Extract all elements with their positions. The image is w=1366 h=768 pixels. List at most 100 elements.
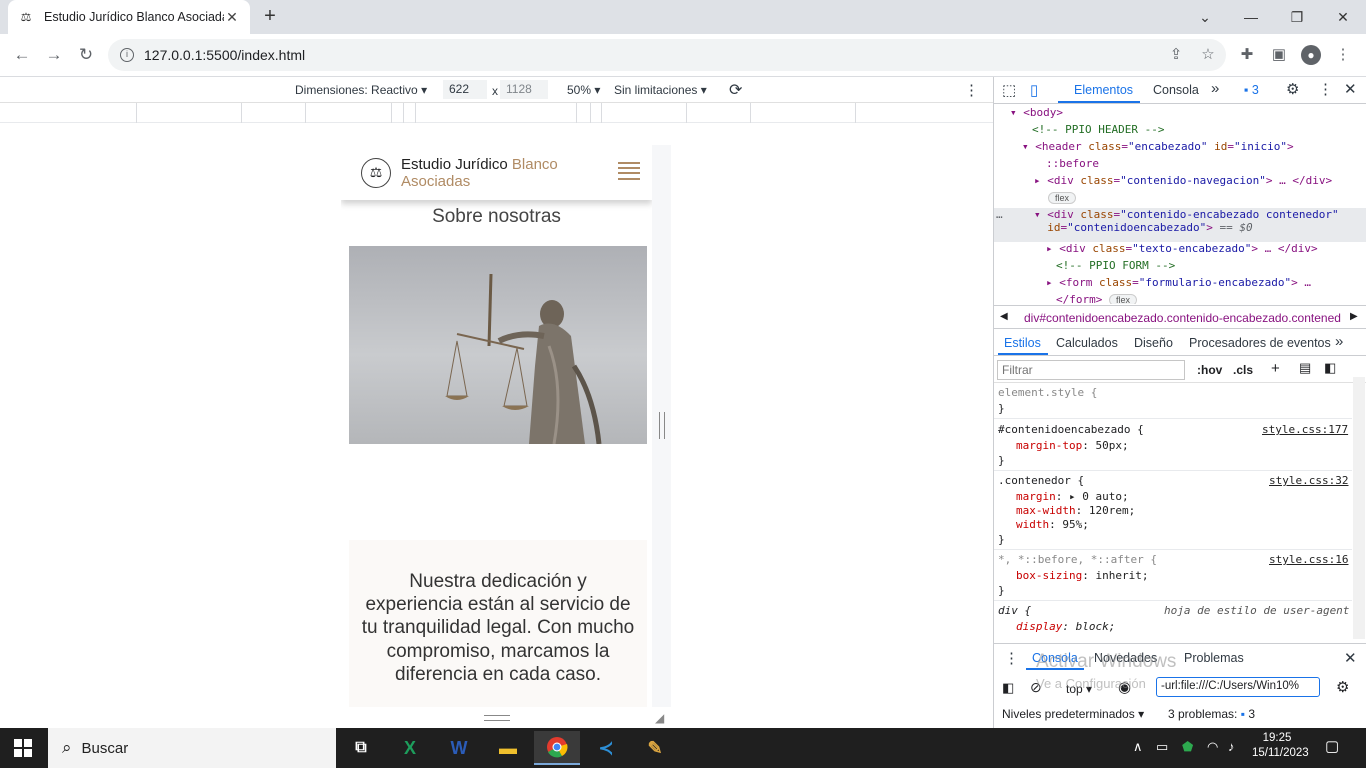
windows-start-icon[interactable]	[14, 739, 32, 757]
rule-selector[interactable]: element.style {	[998, 386, 1097, 399]
dom-comment[interactable]: <!-- PPIO HEADER -->	[1032, 123, 1164, 136]
breadcrumb-text[interactable]: div#contenidoencabezado.contenido-encabe…	[1024, 311, 1342, 325]
site-brand[interactable]: Estudio Jurídico Blanco Asociadas	[401, 156, 558, 190]
sidebar-icon[interactable]: ◧	[1002, 680, 1014, 696]
rule-selector[interactable]: div {	[998, 604, 1031, 617]
dom-tree[interactable]: ▾ <body> <!-- PPIO HEADER --> ▾ <header …	[994, 104, 1366, 304]
drawer-tab-problemas[interactable]: Problemas	[1184, 651, 1244, 665]
more-tabs-icon[interactable]: »	[1211, 80, 1219, 97]
excel-icon[interactable]: X	[387, 731, 433, 765]
close-devtools-icon[interactable]: ✕	[1344, 80, 1357, 98]
rule-source-link[interactable]: style.css:177	[1262, 423, 1348, 436]
tab-elementos[interactable]: Elementos	[1074, 83, 1133, 97]
gavel-logo-icon[interactable]: ⚖	[361, 157, 391, 188]
resize-handle-vertical[interactable]	[659, 412, 665, 439]
file-explorer-icon[interactable]: ▬	[485, 731, 531, 765]
vscode-icon[interactable]: ≺	[583, 731, 629, 765]
tab-search-icon[interactable]: ⌄	[1182, 0, 1228, 34]
dom-comment[interactable]: <!-- PPIO FORM -->	[1056, 259, 1175, 272]
reload-icon[interactable]: ↻	[74, 44, 98, 68]
close-drawer-icon[interactable]: ✕	[1344, 649, 1357, 667]
restore-button[interactable]: ❐	[1274, 0, 1320, 34]
dom-pseudo[interactable]: ::before	[1046, 157, 1099, 170]
forward-icon[interactable]: →	[42, 44, 66, 68]
height-input[interactable]: 1128	[500, 80, 548, 99]
bookmark-star-icon[interactable]: ☆	[1198, 45, 1218, 65]
share-icon[interactable]: ⇪	[1166, 45, 1186, 65]
console-settings-icon[interactable]: ⚙	[1336, 678, 1349, 696]
cls-toggle[interactable]: .cls	[1233, 363, 1253, 377]
more-options-icon[interactable]: ⋮	[964, 81, 979, 99]
close-window-button[interactable]: ✕	[1320, 0, 1366, 34]
tab-calculados[interactable]: Calculados	[1056, 336, 1118, 350]
settings-gear-icon[interactable]: ⚙	[1286, 80, 1299, 98]
paint-icon[interactable]: ▤	[1299, 360, 1311, 376]
zoom-dropdown[interactable]: 50% ▾	[567, 83, 600, 97]
inspect-element-icon[interactable]: ⬚	[1002, 81, 1016, 99]
rule-selector[interactable]: .contenedor {	[998, 474, 1084, 487]
levels-dropdown[interactable]: Niveles predeterminados ▾	[1002, 707, 1144, 721]
minimize-button[interactable]: —	[1228, 0, 1274, 34]
notifications-icon[interactable]: ▢	[1325, 737, 1339, 755]
rule-source-link[interactable]: style.css:16	[1269, 553, 1348, 566]
info-icon[interactable]: i	[120, 48, 134, 62]
styles-scrollbar[interactable]	[1353, 377, 1365, 639]
task-view-icon[interactable]: ⧉	[338, 731, 384, 765]
rule-selector[interactable]: #contenidoencabezado {	[998, 423, 1144, 436]
resize-handle-corner-icon[interactable]: ◢	[655, 711, 669, 725]
resize-handle-horizontal[interactable]	[484, 715, 510, 721]
extensions-icon[interactable]: ✚	[1237, 45, 1257, 65]
dom-node-header[interactable]: ▾ <header class="encabezado" id="inicio"…	[1022, 140, 1294, 153]
back-icon[interactable]: ←	[10, 44, 34, 68]
add-rule-icon[interactable]: +	[1271, 360, 1280, 377]
dom-node-texto[interactable]: ▸ <div class="texto-encabezado"> … </div…	[1046, 242, 1318, 255]
media-query-ruler[interactable]	[0, 103, 993, 123]
tab-diseno[interactable]: Diseño	[1134, 336, 1173, 350]
problems-count[interactable]: 3 problemas: ▪ 3	[1168, 707, 1255, 721]
rule-selector[interactable]: *, *::before, *::after {	[998, 553, 1157, 566]
crumb-left-icon[interactable]: ◀	[1000, 311, 1008, 322]
dom-node-nav[interactable]: ▸ <div class="contenido-navegacion"> … <…	[1034, 174, 1332, 187]
issues-badge[interactable]: ▪ 3	[1244, 83, 1259, 97]
rule-declaration[interactable]: box-sizing: inherit;	[1016, 569, 1148, 582]
more-subtabs-icon[interactable]: »	[1335, 333, 1343, 350]
tray-chevron-icon[interactable]: ∧	[1133, 739, 1143, 755]
dom-node-form[interactable]: ▸ <form class="formulario-encabezado"> …	[1046, 276, 1311, 289]
rule-declaration[interactable]: display: block;	[1016, 620, 1115, 633]
tab-consola[interactable]: Consola	[1153, 83, 1199, 97]
hamburger-menu-icon[interactable]	[618, 162, 640, 180]
throttle-dropdown[interactable]: Sin limitaciones ▾	[614, 83, 707, 97]
rotate-icon[interactable]: ⟳	[729, 80, 742, 100]
rule-declaration[interactable]: margin-top: 50px;	[1016, 439, 1129, 452]
crumb-right-icon[interactable]: ▶	[1350, 311, 1358, 322]
tab-estilos[interactable]: Estilos	[1004, 336, 1041, 350]
rule-declaration[interactable]: width: 95%;	[1016, 518, 1089, 531]
rule-declaration[interactable]: margin: ▸ 0 auto;	[1016, 490, 1129, 503]
browser-tab[interactable]: ⚖ Estudio Jurídico Blanco Asociadas ✕	[8, 0, 250, 34]
node-options-icon[interactable]: …	[996, 208, 1003, 221]
system-clock[interactable]: 19:25 15/11/2023	[1252, 731, 1309, 761]
hov-toggle[interactable]: :hov	[1197, 363, 1222, 377]
wifi-icon[interactable]: ◠	[1207, 739, 1218, 755]
console-filter-input[interactable]: -url:file:///C:/Users/Win10%	[1156, 677, 1320, 697]
taskbar-search[interactable]: ⌕ Buscar	[48, 728, 336, 768]
rule-source-link[interactable]: style.css:32	[1269, 474, 1348, 487]
volume-icon[interactable]: ♪	[1228, 739, 1235, 754]
width-input[interactable]: 622	[443, 80, 487, 99]
dom-node-form-end[interactable]: </form> flex	[1056, 293, 1137, 304]
profile-avatar[interactable]: ●	[1301, 45, 1321, 65]
device-toggle-icon[interactable]: ▯	[1030, 81, 1038, 99]
address-bar[interactable]: i 127.0.0.1:5500/index.html	[108, 39, 1226, 71]
styles-rules[interactable]: element.style { } #contenidoencabezado {…	[994, 384, 1352, 642]
devtools-menu-icon[interactable]: ⋮	[1318, 80, 1333, 98]
battery-icon[interactable]: ▭	[1156, 739, 1168, 755]
dimensions-dropdown[interactable]: Dimensiones: Reactivo ▾	[295, 83, 427, 97]
filter-input[interactable]	[997, 360, 1185, 380]
chrome-menu-icon[interactable]: ⋮	[1333, 45, 1353, 65]
expand-icon[interactable]: ▸	[1069, 490, 1076, 503]
side-panel-icon[interactable]: ▣	[1269, 45, 1289, 65]
word-icon[interactable]: W	[436, 731, 482, 765]
tab-procesadores[interactable]: Procesadores de eventos	[1189, 336, 1331, 350]
drawer-menu-icon[interactable]: ⋮	[1004, 649, 1019, 667]
shield-icon[interactable]: ⬟	[1182, 739, 1193, 755]
